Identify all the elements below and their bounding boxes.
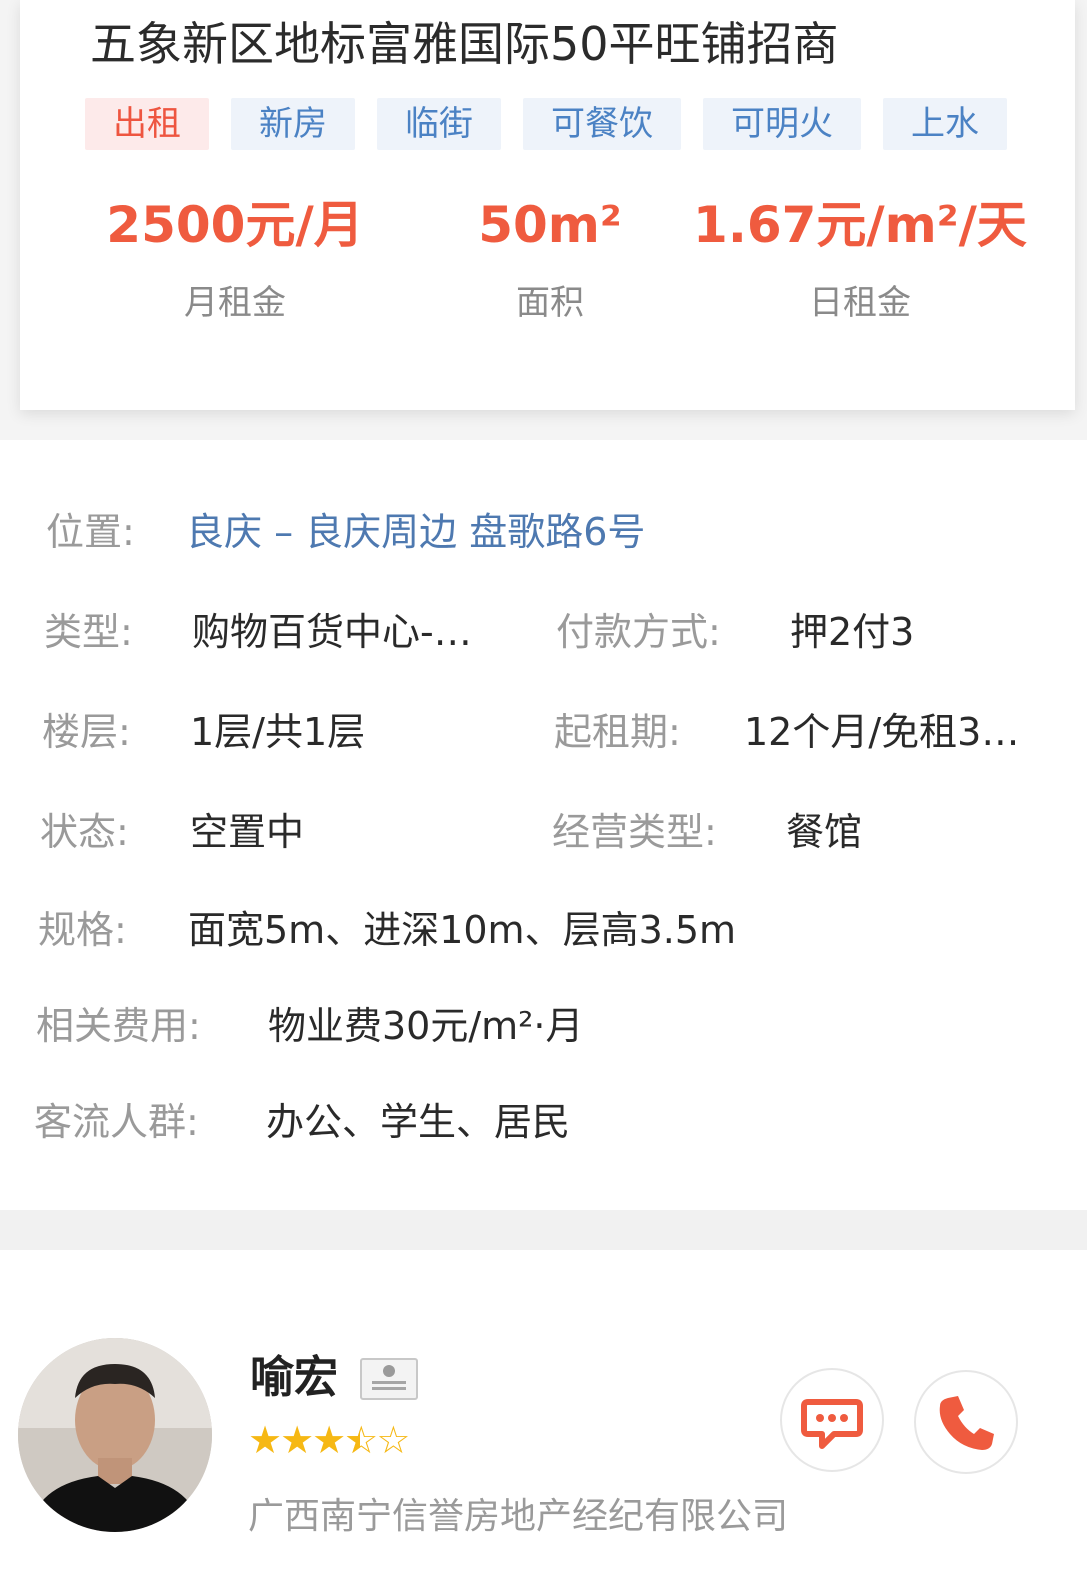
payment-label: 付款方式: [556, 610, 721, 654]
tag-water-supply: 上水 [883, 98, 1007, 150]
fees-value: 物业费30元/m²·月 [268, 1004, 584, 1048]
monthly-rent-value: 2500元/月 [106, 196, 364, 254]
stat-area: 50m² 面积 [440, 190, 660, 328]
star-empty-icon: ☆ [376, 1418, 410, 1462]
status-label: 状态: [40, 810, 129, 854]
call-button[interactable] [914, 1370, 1018, 1474]
stat-monthly-rent: 2500元/月 月租金 [80, 190, 390, 328]
area-label: 面积 [516, 283, 584, 323]
crowd-value: 办公、学生、居民 [266, 1100, 571, 1144]
listing-title: 五象新区地标富雅国际50平旺铺招商 [90, 17, 839, 71]
star-full-icon: ★ [312, 1418, 346, 1462]
spec-value: 面宽5m、进深10m、层高3.5m [188, 908, 737, 952]
tag-open-fire-allowed: 可明火 [703, 98, 861, 150]
monthly-rent-label: 月租金 [184, 283, 286, 323]
detail-row-status-business: 状态: 空置中 经营类型: 餐馆 [0, 802, 1087, 862]
phone-icon [939, 1396, 994, 1450]
detail-row-fees: 相关费用: 物业费30元/m²·月 [0, 996, 1087, 1056]
star-full-icon: ★ [248, 1418, 282, 1462]
listing-tags: 出租 新房 临街 可餐饮 可明火 上水 [85, 98, 1065, 162]
star-full-icon: ★ [280, 1418, 314, 1462]
chat-button[interactable] [780, 1368, 884, 1472]
listing-details: 位置: 良庆 – 良庆周边 盘歌路6号 类型: 购物百货中心-… 付款方式: 押… [0, 440, 1087, 1210]
detail-row-crowd: 客流人群: 办公、学生、居民 [0, 1092, 1087, 1152]
floor-label: 楼层: [42, 710, 131, 754]
business-type-label: 经营类型: [552, 810, 717, 854]
daily-rent-label: 日租金 [809, 283, 911, 323]
tag-street-facing: 临街 [377, 98, 501, 150]
fees-label: 相关费用: [36, 1004, 201, 1048]
lease-value: 12个月/免租3… [744, 710, 1020, 754]
daily-rent-value: 1.67元/m²/天 [693, 196, 1027, 254]
chat-icon [801, 1399, 863, 1449]
agent-rating: ★★★★☆☆ [248, 1418, 410, 1462]
star-half-icon: ★☆ [344, 1418, 378, 1462]
type-value: 购物百货中心-… [192, 610, 472, 654]
listing-stats: 2500元/月 月租金 50m² 面积 1.67元/m²/天 日租金 [20, 190, 1075, 360]
listing-summary-card: 五象新区地标富雅国际50平旺铺招商 出租 新房 临街 可餐饮 可明火 上水 25… [20, 0, 1075, 410]
agent-name[interactable]: 喻宏 [250, 1350, 338, 1406]
spec-label: 规格: [38, 908, 127, 952]
section-divider [0, 1210, 1087, 1250]
detail-row-type-payment: 类型: 购物百货中心-… 付款方式: 押2付3 [0, 602, 1087, 662]
agent-company: 广西南宁信誉房地产经纪有限公司 [248, 1496, 789, 1537]
floor-value: 1层/共1层 [190, 710, 366, 754]
avatar[interactable] [18, 1338, 212, 1532]
location-link[interactable]: 良庆 – 良庆周边 盘歌路6号 [186, 502, 645, 562]
crowd-label: 客流人群: [34, 1100, 199, 1144]
location-label: 位置: [46, 510, 135, 554]
payment-value: 押2付3 [790, 610, 915, 654]
tag-new-house: 新房 [231, 98, 355, 150]
agent-photo [18, 1338, 212, 1532]
type-label: 类型: [44, 610, 133, 654]
status-value: 空置中 [190, 810, 305, 854]
agent-card: 喻宏 ★★★★☆☆ 广西南宁信誉房地产经纪有限公司 [0, 1250, 1087, 1586]
business-type-value: 餐馆 [786, 810, 863, 854]
tag-rent: 出租 [85, 98, 209, 150]
detail-row-spec: 规格: 面宽5m、进深10m、层高3.5m [0, 900, 1087, 960]
id-card-icon [360, 1358, 418, 1400]
detail-row-floor-lease: 楼层: 1层/共1层 起租期: 12个月/免租3… [0, 702, 1087, 762]
stat-daily-rent: 1.67元/m²/天 日租金 [690, 190, 1030, 328]
tag-catering-allowed: 可餐饮 [523, 98, 681, 150]
lease-label: 起租期: [554, 710, 681, 754]
area-value: 50m² [478, 196, 622, 254]
detail-row-location: 位置: 良庆 – 良庆周边 盘歌路6号 [0, 502, 1087, 562]
